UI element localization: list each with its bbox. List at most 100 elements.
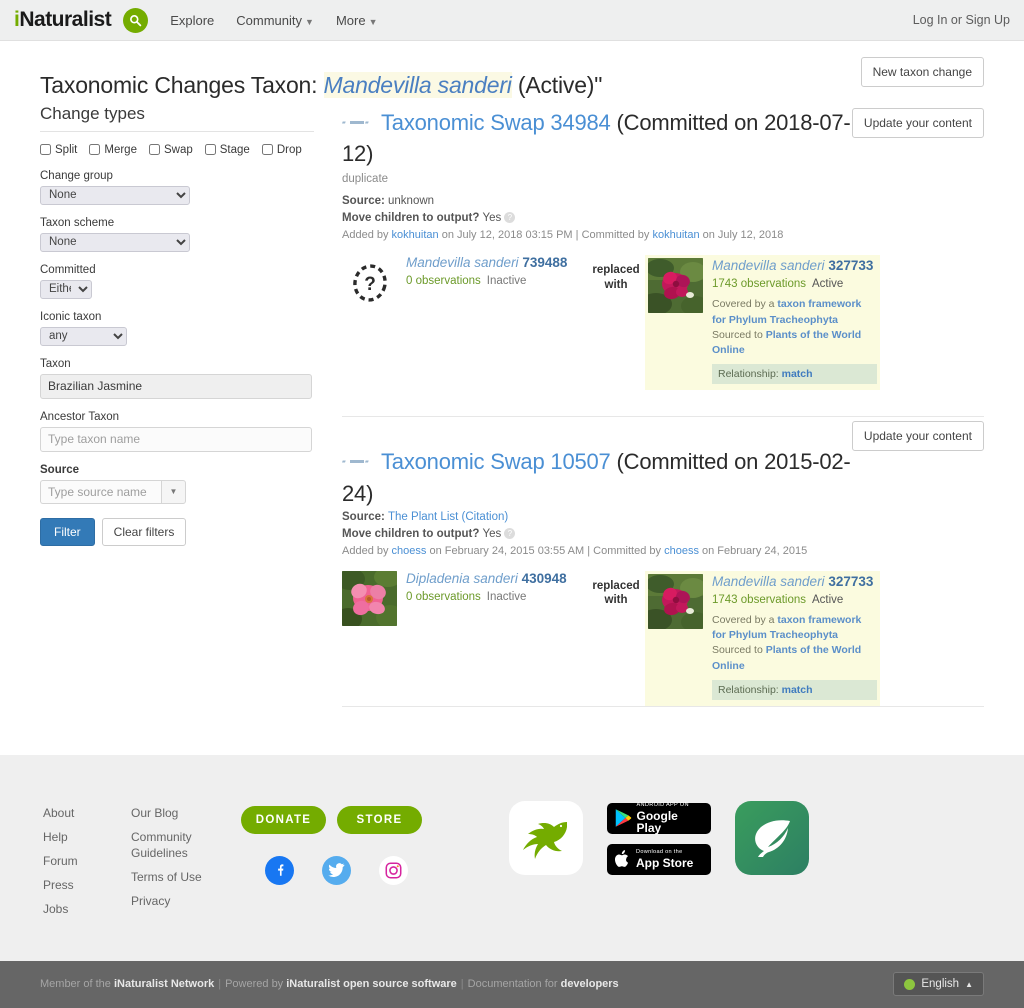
footer-link-about[interactable]: About (43, 801, 131, 825)
input-taxon-name-link[interactable]: Mandevilla sanderi 739488 (406, 255, 587, 271)
input-taxon-observations[interactable]: 0 observations (406, 591, 481, 603)
top-navigation-bar: iNaturalist Explore Community ▼ More ▼ Log… (0, 0, 1024, 41)
change-link[interactable]: Taxonomic Swap 34984 (381, 110, 611, 135)
byline-divider: | (584, 544, 594, 557)
taxon-input[interactable] (40, 373, 312, 399)
nav-label-community: Community (236, 12, 303, 28)
move-children-line: Move children to output? Yes? (342, 212, 984, 224)
input-taxon: Dipladenia sanderi 430948 0 observations… (342, 570, 587, 626)
taxon-swap-icon (341, 443, 372, 474)
source-input[interactable] (40, 479, 161, 504)
added-by-user-link[interactable]: choess (392, 545, 427, 557)
input-taxon-observations[interactable]: 0 observations (406, 275, 481, 287)
mandevilla-red-flower-photo[interactable] (648, 258, 703, 314)
new-taxon-change-button[interactable]: New taxon change (860, 57, 984, 87)
output-taxon-name-link[interactable]: Mandevilla sanderi 327733 (712, 574, 877, 590)
iconic-taxon-select[interactable]: any (40, 326, 127, 346)
source-citation-link[interactable]: (Citation) (458, 511, 509, 523)
powered-bold[interactable]: iNaturalist open source software (286, 978, 457, 990)
checkbox-swap[interactable]: Swap (148, 143, 193, 156)
framework-pre: Covered by a (712, 613, 778, 626)
output-taxon: Mandevilla sanderi 327733 1743 observati… (645, 570, 880, 706)
change-types-heading: Change types (40, 104, 314, 132)
checkbox-drop-input[interactable] (261, 144, 273, 156)
footer-link-press[interactable]: Press (43, 873, 131, 897)
relationship-value-link[interactable]: match (782, 368, 813, 380)
member-bold[interactable]: iNaturalist Network (114, 978, 214, 990)
login-signup-link[interactable]: Log In or Sign Up (913, 13, 1010, 27)
checkbox-split[interactable]: Split (40, 144, 77, 156)
inaturalist-logo[interactable]: iNaturalist (14, 8, 112, 32)
output-taxon-observations[interactable]: 1743 observations (712, 594, 806, 606)
store-button[interactable]: STORE (337, 805, 422, 834)
app-store-text: Download on the App Store (636, 849, 693, 868)
checkbox-swap-input[interactable] (148, 144, 160, 156)
donate-button[interactable]: DONATE (241, 805, 326, 834)
update-your-content-button[interactable]: Update your content (851, 107, 984, 138)
footer-link-our-blog[interactable]: Our Blog (131, 801, 241, 825)
social-links (241, 855, 461, 885)
source-label: Source (40, 463, 79, 476)
relationship-value-link[interactable]: match (782, 684, 813, 696)
nav-item-community[interactable]: Community ▼ (236, 13, 314, 28)
instagram-icon[interactable] (379, 855, 408, 885)
clear-filters-button[interactable]: Clear filters (101, 517, 187, 546)
input-taxon-name-link[interactable]: Dipladenia sanderi 430948 (406, 571, 587, 587)
checkbox-merge-input[interactable] (89, 144, 101, 156)
output-taxon-name-link[interactable]: Mandevilla sanderi 327733 (712, 258, 877, 274)
site-footer: About Help Forum Press Jobs Our Blog Com… (0, 754, 1024, 961)
ancestor-taxon-label: Ancestor Taxon (40, 410, 120, 423)
footer-link-help[interactable]: Help (43, 825, 131, 849)
input-taxon-info: Mandevilla sanderi 739488 0 observations… (406, 255, 587, 310)
framework-mid: Sourced to (712, 328, 766, 341)
source-line-link[interactable]: The Plant List (388, 511, 458, 523)
footer-link-privacy[interactable]: Privacy (131, 889, 241, 913)
update-your-content-button[interactable]: Update your content (851, 421, 984, 452)
checkbox-drop[interactable]: Drop (261, 144, 302, 156)
chevron-down-icon[interactable]: ▼ (161, 479, 186, 504)
help-icon[interactable]: ? (504, 527, 516, 539)
change-group-select[interactable]: None (40, 185, 190, 205)
ancestor-taxon-input[interactable] (40, 426, 312, 452)
checkbox-split-input[interactable] (40, 144, 51, 156)
change-link[interactable]: Taxonomic Swap 10507 (381, 449, 611, 474)
google-play-badge[interactable]: ANDROID APP ON Google Play (607, 802, 711, 834)
framework-pre: Covered by a (712, 298, 778, 311)
output-taxon-observations[interactable]: 1743 observations (712, 278, 806, 290)
checkbox-stage[interactable]: Stage (204, 144, 250, 156)
committed-by-user-link[interactable]: kokhuitan (652, 229, 699, 241)
language-selector-button[interactable]: English ▲ (893, 972, 984, 997)
checkbox-swap-label: Swap (163, 143, 193, 156)
mandevilla-red-flower-photo[interactable] (648, 573, 703, 629)
docs-bold[interactable]: developers (561, 978, 619, 990)
nav-item-more[interactable]: More ▼ (336, 13, 378, 28)
footer-link-community-guidelines[interactable]: Community Guidelines (131, 829, 241, 861)
move-children-line: Move children to output? Yes? (342, 527, 984, 540)
nav-label-explore: Explore (170, 12, 215, 28)
taxon-scheme-select[interactable]: None (40, 232, 190, 252)
chevron-down-icon: ▼ (305, 16, 314, 27)
footer-link-terms-of-use[interactable]: Terms of Use (131, 865, 241, 889)
footer-links-column-2: Our Blog Community Guidelines Terms of U… (131, 801, 241, 913)
committed-select[interactable]: Either (40, 279, 92, 299)
footer-link-jobs[interactable]: Jobs (43, 897, 131, 921)
nav-item-explore[interactable]: Explore (170, 13, 214, 28)
app-store-badge[interactable]: Download on the App Store (607, 843, 711, 875)
added-by-user-link[interactable]: kokhuitan (392, 229, 439, 241)
checkbox-merge[interactable]: Merge (89, 144, 137, 156)
input-taxon-state: Inactive (486, 275, 527, 288)
facebook-icon[interactable] (265, 855, 294, 885)
dipladenia-pink-flower-photo[interactable] (342, 570, 397, 626)
seek-leaf-icon[interactable] (735, 800, 809, 875)
output-taxon-info: Mandevilla sanderi 327733 1743 observati… (712, 258, 877, 385)
output-taxon-name: Mandevilla sanderi (712, 573, 825, 589)
committed-by-user-link[interactable]: choess (664, 545, 699, 557)
search-icon[interactable] (123, 7, 149, 33)
input-taxon-id: 739488 (522, 255, 568, 271)
inaturalist-bird-icon[interactable] (509, 800, 583, 875)
footer-link-forum[interactable]: Forum (43, 849, 131, 873)
filter-button[interactable]: Filter (40, 517, 95, 546)
twitter-icon[interactable] (322, 855, 351, 885)
checkbox-stage-input[interactable] (204, 144, 216, 156)
help-icon[interactable]: ? (504, 212, 516, 224)
